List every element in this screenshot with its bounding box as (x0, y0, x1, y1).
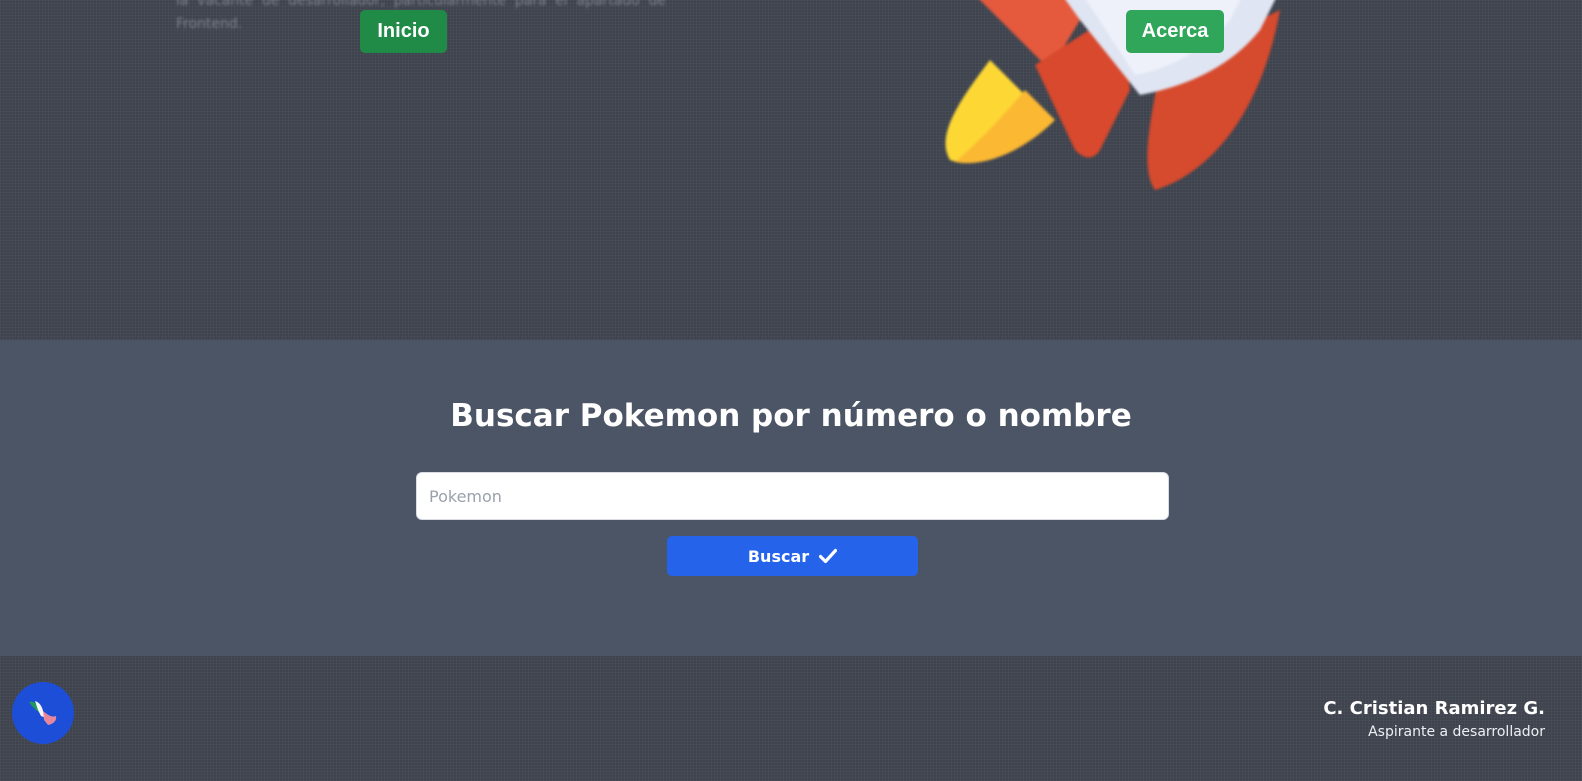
author-name: C. Cristian Ramirez G. (1323, 698, 1545, 719)
footer-logo[interactable] (12, 682, 74, 744)
hero-section: la vacante de desarrollador, particularm… (0, 0, 1582, 340)
search-section: Buscar Pokemon por número o nombre Busca… (0, 340, 1582, 656)
author-role: Aspirante a desarrollador (1368, 724, 1545, 740)
nav-acerca-button[interactable]: Acerca (1126, 10, 1224, 53)
search-title: Buscar Pokemon por número o nombre (450, 398, 1132, 434)
pokemon-search-input[interactable] (416, 472, 1169, 520)
search-button[interactable]: Buscar (667, 536, 918, 576)
search-button-label: Buscar (747, 546, 810, 566)
mexico-map-icon (29, 701, 57, 725)
check-icon (819, 548, 838, 564)
footer: C. Cristian Ramirez G. Aspirante a desar… (0, 656, 1582, 781)
nav-inicio-button[interactable]: Inicio (360, 10, 447, 53)
